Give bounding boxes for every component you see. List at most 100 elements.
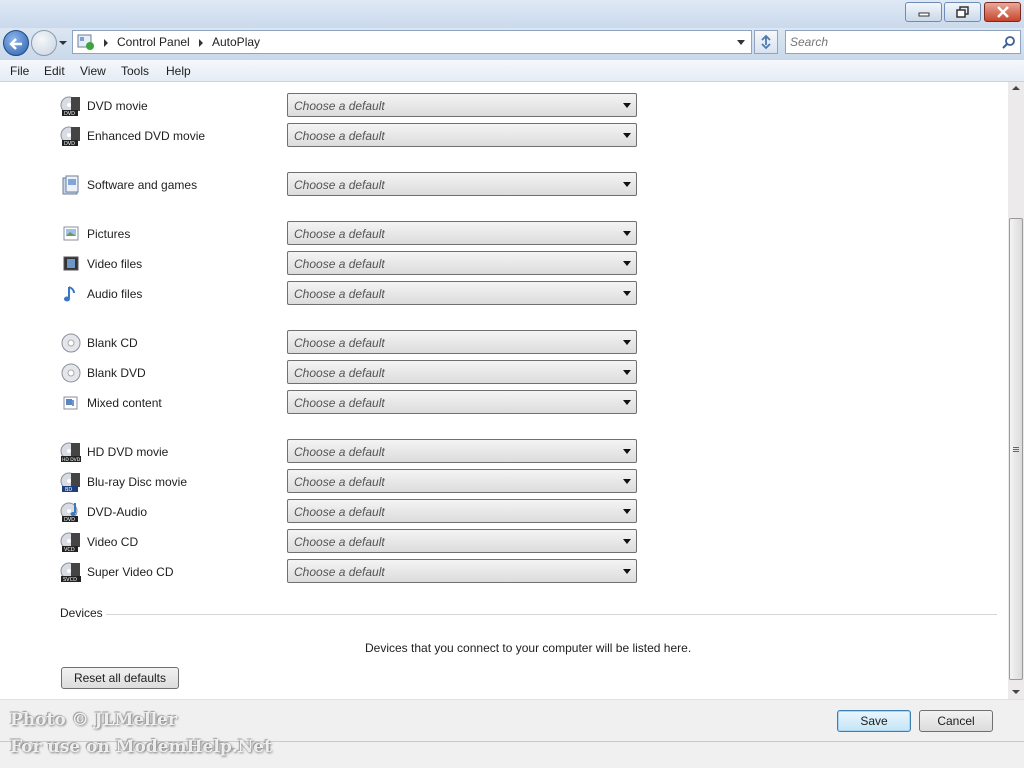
dvd-audio-default-select[interactable]: Choose a default bbox=[287, 499, 637, 523]
media-row-video-cd: VCD Video CD Choose a default bbox=[0, 529, 700, 557]
audio-files-default-select[interactable]: Choose a default bbox=[287, 281, 637, 305]
breadcrumb-autoplay[interactable]: AutoPlay bbox=[212, 35, 260, 49]
chevron-down-icon bbox=[623, 509, 631, 514]
select-value: Choose a default bbox=[294, 287, 385, 301]
menu-help[interactable]: Help bbox=[166, 64, 191, 78]
media-label: Blu-ray Disc movie bbox=[87, 475, 188, 489]
pictures-default-select[interactable]: Choose a default bbox=[287, 221, 637, 245]
address-dropdown-icon[interactable] bbox=[737, 40, 745, 45]
media-label: Software and games bbox=[87, 178, 198, 192]
media-row-super-video-cd: SVCD Super Video CD Choose a default bbox=[0, 559, 700, 587]
media-row-bluray: BD Blu-ray Disc movie Choose a default bbox=[0, 469, 700, 497]
select-value: Choose a default bbox=[294, 99, 385, 113]
hd-dvd-default-select[interactable]: Choose a default bbox=[287, 439, 637, 463]
menu-view[interactable]: View bbox=[80, 64, 106, 78]
media-label: Video files bbox=[87, 257, 143, 271]
svg-text:DVD: DVD bbox=[64, 517, 75, 523]
minimize-icon bbox=[918, 12, 929, 17]
media-row-software-games: Software and games Choose a default bbox=[0, 172, 700, 200]
close-button[interactable] bbox=[984, 2, 1021, 22]
dvd-movie-default-select[interactable]: Choose a default bbox=[287, 93, 637, 117]
section-divider bbox=[106, 614, 997, 615]
media-row-video-files: Video files Choose a default bbox=[0, 251, 700, 279]
save-button[interactable]: Save bbox=[837, 710, 911, 732]
scrollbar-thumb[interactable] bbox=[1009, 218, 1023, 680]
media-label: Super Video CD bbox=[87, 565, 174, 579]
select-value: Choose a default bbox=[294, 535, 385, 549]
refresh-button[interactable] bbox=[754, 30, 778, 54]
svg-text:DVD: DVD bbox=[64, 111, 75, 117]
history-dropdown-icon[interactable] bbox=[58, 38, 68, 48]
svg-text:SVCD: SVCD bbox=[63, 577, 77, 583]
select-value: Choose a default bbox=[294, 257, 385, 271]
breadcrumb-separator bbox=[104, 39, 108, 47]
chevron-down-icon bbox=[623, 182, 631, 187]
title-bar bbox=[0, 0, 1024, 28]
select-value: Choose a default bbox=[294, 178, 385, 192]
super-video-cd-icon: SVCD bbox=[60, 562, 81, 583]
select-value: Choose a default bbox=[294, 366, 385, 380]
chevron-down-icon bbox=[623, 231, 631, 236]
vertical-scrollbar[interactable] bbox=[1008, 82, 1024, 699]
media-row-mixed-content: Mixed content Choose a default bbox=[0, 390, 700, 418]
scroll-up-icon[interactable] bbox=[1012, 86, 1020, 90]
minimize-button[interactable] bbox=[905, 2, 942, 22]
media-label: Enhanced DVD movie bbox=[87, 129, 206, 143]
bluray-default-select[interactable]: Choose a default bbox=[287, 469, 637, 493]
search-icon[interactable] bbox=[1002, 35, 1016, 49]
restore-icon bbox=[955, 6, 969, 18]
svg-text:DVD: DVD bbox=[64, 141, 75, 147]
media-row-hd-dvd: HD DVD HD DVD movie Choose a default bbox=[0, 439, 700, 467]
control-panel-icon bbox=[77, 34, 94, 50]
enhanced-dvd-default-select[interactable]: Choose a default bbox=[287, 123, 637, 147]
select-value: Choose a default bbox=[294, 565, 385, 579]
chevron-down-icon bbox=[623, 400, 631, 405]
dialog-footer: Save Cancel Photo © JLMeller For use on … bbox=[0, 699, 1024, 768]
menu-bar: File Edit View Tools Help bbox=[0, 60, 1024, 82]
svg-text:HD DVD: HD DVD bbox=[62, 457, 81, 463]
media-label: Mixed content bbox=[87, 396, 162, 410]
address-bar[interactable]: Control Panel AutoPlay bbox=[72, 30, 752, 54]
svg-text:BD: BD bbox=[65, 487, 72, 493]
blank-cd-default-select[interactable]: Choose a default bbox=[287, 330, 637, 354]
dvd-audio-icon: DVD bbox=[60, 502, 78, 523]
scroll-down-icon[interactable] bbox=[1012, 690, 1020, 694]
blank-dvd-default-select[interactable]: Choose a default bbox=[287, 360, 637, 384]
media-label: Blank DVD bbox=[87, 366, 146, 380]
video-cd-default-select[interactable]: Choose a default bbox=[287, 529, 637, 553]
restore-button[interactable] bbox=[944, 2, 981, 22]
breadcrumb-control-panel[interactable]: Control Panel bbox=[117, 35, 190, 49]
media-label: Audio files bbox=[87, 287, 143, 301]
select-value: Choose a default bbox=[294, 396, 385, 410]
select-value: Choose a default bbox=[294, 129, 385, 143]
search-input[interactable] bbox=[786, 31, 986, 53]
forward-button[interactable] bbox=[31, 30, 57, 56]
reset-all-defaults-button[interactable]: Reset all defaults bbox=[61, 667, 179, 689]
menu-tools[interactable]: Tools bbox=[121, 64, 149, 78]
watermark-line-2: For use on ModemHelp.Net bbox=[10, 737, 272, 757]
autoplay-settings-panel: DVD DVD movie Choose a default DVD Enhan… bbox=[0, 82, 1008, 699]
software-games-default-select[interactable]: Choose a default bbox=[287, 172, 637, 196]
software-games-icon bbox=[62, 175, 79, 195]
menu-file[interactable]: File bbox=[10, 64, 29, 78]
media-row-pictures: Pictures Choose a default bbox=[0, 221, 700, 249]
menu-edit[interactable]: Edit bbox=[44, 64, 65, 78]
back-button[interactable] bbox=[3, 30, 29, 56]
media-label: HD DVD movie bbox=[87, 445, 169, 459]
breadcrumb-separator bbox=[199, 39, 203, 47]
cancel-button[interactable]: Cancel bbox=[919, 710, 993, 732]
enhanced-dvd-icon: DVD bbox=[60, 126, 80, 147]
pictures-icon bbox=[63, 226, 79, 241]
select-value: Choose a default bbox=[294, 227, 385, 241]
media-label: Blank CD bbox=[87, 336, 138, 350]
video-files-default-select[interactable]: Choose a default bbox=[287, 251, 637, 275]
bluray-icon: BD bbox=[60, 472, 80, 493]
chevron-down-icon bbox=[623, 479, 631, 484]
media-row-audio-files: Audio files Choose a default bbox=[0, 281, 700, 309]
super-video-cd-default-select[interactable]: Choose a default bbox=[287, 559, 637, 583]
mixed-content-default-select[interactable]: Choose a default bbox=[287, 390, 637, 414]
media-label: DVD-Audio bbox=[87, 505, 148, 519]
select-value: Choose a default bbox=[294, 505, 385, 519]
media-row-dvd-audio: DVD DVD-Audio Choose a default bbox=[0, 499, 700, 527]
search-box bbox=[785, 30, 1021, 54]
